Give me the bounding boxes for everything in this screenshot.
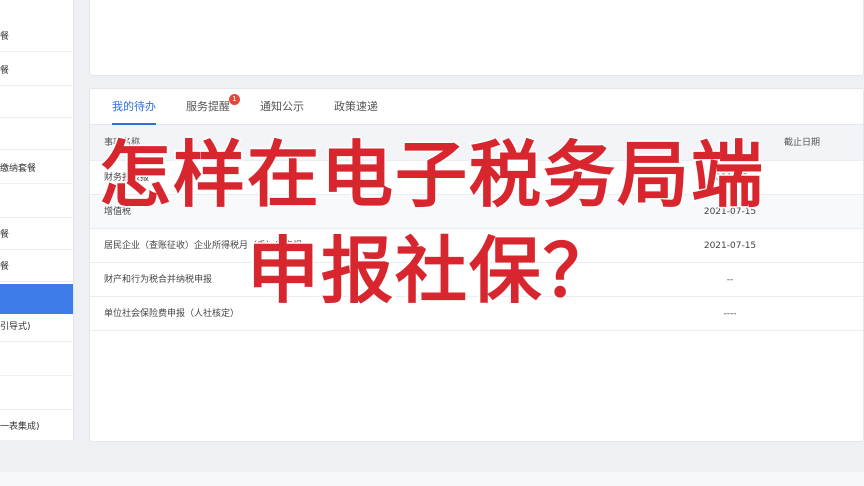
- sidebar-item-2[interactable]: 餐: [0, 56, 73, 86]
- todo-panel: 我的待办 服务提醒 1 通知公示 政策速递 事项名称 截止日期 财务报表报 20…: [89, 88, 864, 442]
- row-deadline: ----: [723, 309, 737, 319]
- row-item-name[interactable]: 增值税: [104, 195, 131, 229]
- row-item-name[interactable]: 单位社会保险费申报（人社核定）: [104, 297, 239, 331]
- tab-bar: 我的待办 服务提醒 1 通知公示 政策速递: [90, 89, 863, 125]
- table-header: 事项名称 截止日期: [90, 125, 863, 161]
- table-row[interactable]: 单位社会保险费申报（人社核定） ----: [90, 297, 863, 331]
- sidebar-item-7[interactable]: 餐: [0, 220, 73, 250]
- table-row[interactable]: 居民企业（查账征收）企业所得税月（季）度申报 2021-07-15: [90, 229, 863, 263]
- sidebar-item-label: 餐: [0, 230, 10, 240]
- sidebar-item-active[interactable]: [0, 284, 73, 314]
- tab-my-todo[interactable]: 我的待办: [112, 100, 156, 125]
- sidebar-item-3[interactable]: [0, 88, 73, 118]
- sidebar-item-1[interactable]: 餐: [0, 22, 73, 52]
- todo-table: 事项名称 截止日期 财务报表报 2021-07- 增值税 2021-07-15 …: [90, 125, 863, 331]
- table-row[interactable]: 财务报表报 2021-07-: [90, 161, 863, 195]
- row-item-name[interactable]: 财产和行为税合并纳税申报: [104, 263, 212, 297]
- row-deadline: 2021-07-: [709, 173, 751, 183]
- tab-notice[interactable]: 通知公示: [260, 100, 304, 125]
- sidebar-item-5[interactable]: 缴纳套餐: [0, 154, 73, 184]
- row-deadline: --: [726, 275, 734, 285]
- bottom-strip: [0, 472, 864, 486]
- sidebar-item-6[interactable]: [0, 188, 73, 218]
- tab-service-label: 服务提醒: [186, 100, 230, 113]
- tab-service-reminder[interactable]: 服务提醒 1: [186, 94, 240, 125]
- sidebar-item-4[interactable]: [0, 120, 73, 150]
- sidebar-item-12[interactable]: [0, 380, 73, 410]
- top-panel: [89, 0, 864, 76]
- header-item-name: 事项名称: [104, 138, 141, 148]
- row-deadline: 2021-07-15: [703, 241, 757, 251]
- table-row[interactable]: 财产和行为税合并纳税申报 --: [90, 263, 863, 297]
- sidebar-item-8[interactable]: 餐: [0, 252, 73, 282]
- sidebar-item-label: 缴纳套餐: [0, 164, 37, 174]
- sidebar-item-label: 一表集成): [0, 422, 40, 432]
- row-deadline: 2021-07-15: [703, 207, 757, 217]
- tab-policy[interactable]: 政策速递: [334, 100, 378, 125]
- sidebar-item-13[interactable]: 一表集成): [0, 412, 73, 440]
- table-row[interactable]: 增值税 2021-07-15: [90, 195, 863, 229]
- notification-badge: 1: [229, 94, 240, 105]
- header-deadline: 截止日期: [783, 138, 820, 148]
- row-item-name[interactable]: 居民企业（查账征收）企业所得税月（季）度申报: [104, 229, 302, 263]
- sidebar-item-label: 餐: [0, 66, 10, 76]
- sidebar: 餐 餐 缴纳套餐 餐 餐 引导式) 一表集成): [0, 0, 74, 440]
- sidebar-item-label: 餐: [0, 262, 10, 272]
- sidebar-item-label: 引导式): [0, 322, 31, 332]
- sidebar-item-10[interactable]: 引导式): [0, 312, 73, 342]
- sidebar-item-11[interactable]: [0, 346, 73, 376]
- sidebar-item-label: 餐: [0, 32, 10, 42]
- row-item-name[interactable]: 财务报表报: [104, 161, 149, 195]
